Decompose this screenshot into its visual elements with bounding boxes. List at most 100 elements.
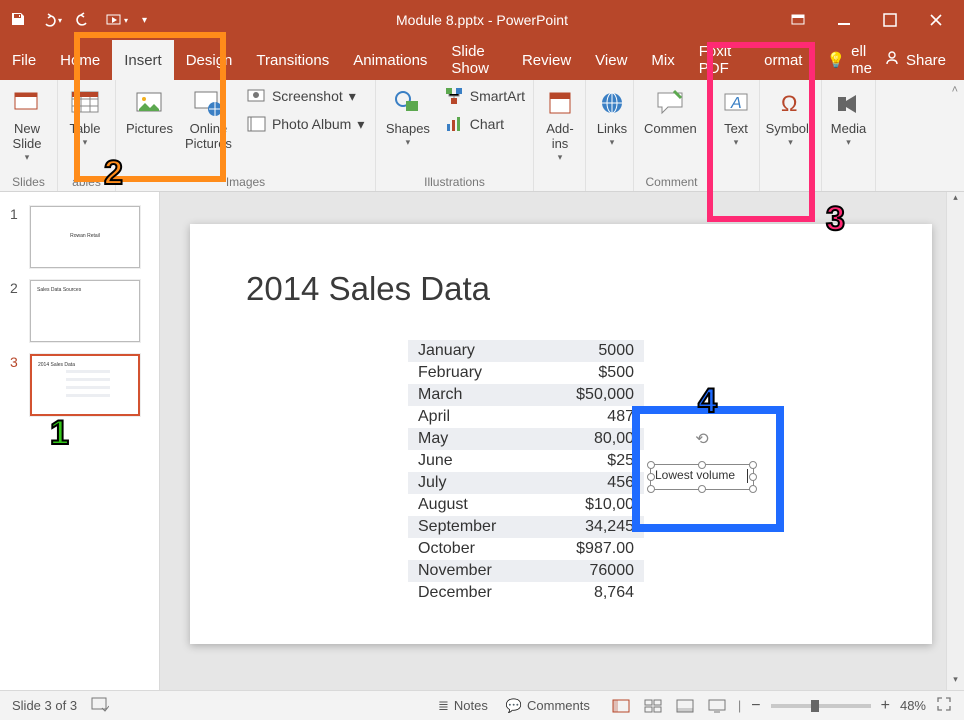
- resize-handle[interactable]: [647, 473, 655, 481]
- resize-handle[interactable]: [749, 485, 757, 493]
- slide[interactable]: 2014 Sales Data January5000February$500M…: [190, 224, 932, 644]
- value-cell[interactable]: $50,000: [540, 384, 644, 406]
- month-cell[interactable]: December: [408, 582, 540, 604]
- month-cell[interactable]: August: [408, 494, 540, 516]
- close-icon[interactable]: [928, 12, 944, 28]
- rotate-handle-icon[interactable]: ⟲: [695, 429, 708, 449]
- sales-table[interactable]: January5000February$500March$50,000April…: [408, 340, 644, 604]
- new-slide-button[interactable]: New Slide ▾: [4, 84, 50, 165]
- online-pictures-button[interactable]: Online Pictures: [179, 84, 238, 154]
- value-cell[interactable]: 80,00: [540, 428, 644, 450]
- month-cell[interactable]: June: [408, 450, 540, 472]
- comment-button[interactable]: Commen: [638, 84, 703, 139]
- slide-canvas-area[interactable]: 2014 Sales Data January5000February$500M…: [160, 192, 964, 690]
- tab-review[interactable]: Review: [510, 40, 583, 80]
- text-button[interactable]: A Text ▾: [714, 84, 758, 150]
- table-row[interactable]: November76000: [408, 560, 644, 582]
- month-cell[interactable]: January: [408, 340, 540, 362]
- table-row[interactable]: June$25: [408, 450, 644, 472]
- spellcheck-icon[interactable]: [91, 696, 109, 715]
- month-cell[interactable]: November: [408, 560, 540, 582]
- tab-foxit[interactable]: Foxit PDF: [687, 40, 752, 80]
- zoom-slider[interactable]: [771, 704, 871, 708]
- table-row[interactable]: August$10,00: [408, 494, 644, 516]
- month-cell[interactable]: October: [408, 538, 540, 560]
- month-cell[interactable]: March: [408, 384, 540, 406]
- symbols-button[interactable]: Ω Symbols ▾: [764, 84, 817, 150]
- media-button[interactable]: Media ▾: [826, 84, 871, 150]
- pictures-button[interactable]: Pictures: [120, 84, 179, 139]
- scroll-up-icon[interactable]: ▴: [947, 192, 964, 208]
- collapse-ribbon-icon[interactable]: ˄: [952, 84, 958, 96]
- minimize-icon[interactable]: [836, 12, 852, 28]
- value-cell[interactable]: $500: [540, 362, 644, 384]
- table-row[interactable]: April487: [408, 406, 644, 428]
- scroll-down-icon[interactable]: ▾: [947, 674, 964, 690]
- thumbnail-1[interactable]: 1 Rowan Retail: [0, 200, 159, 274]
- resize-handle[interactable]: [647, 461, 655, 469]
- value-cell[interactable]: 456: [540, 472, 644, 494]
- maximize-icon[interactable]: [882, 12, 898, 28]
- table-row[interactable]: December8,764: [408, 582, 644, 604]
- value-cell[interactable]: 34,245: [540, 516, 644, 538]
- zoom-out-button[interactable]: −: [751, 697, 760, 715]
- normal-view-icon[interactable]: [610, 697, 632, 715]
- undo-icon[interactable]: ▾: [40, 12, 62, 28]
- tab-transitions[interactable]: Transitions: [244, 40, 341, 80]
- sorter-view-icon[interactable]: [642, 697, 664, 715]
- screenshot-button[interactable]: Screenshot ▾: [242, 84, 368, 108]
- tab-mix[interactable]: Mix: [639, 40, 686, 80]
- resize-handle[interactable]: [698, 485, 706, 493]
- save-icon[interactable]: [10, 11, 26, 30]
- start-from-beginning-icon[interactable]: ▾: [106, 12, 128, 28]
- tab-home[interactable]: Home: [48, 40, 112, 80]
- comments-button[interactable]: 💬Comments: [506, 698, 590, 714]
- month-cell[interactable]: May: [408, 428, 540, 450]
- addins-button[interactable]: Add- ins ▾: [538, 84, 582, 165]
- value-cell[interactable]: $25: [540, 450, 644, 472]
- value-cell[interactable]: 76000: [540, 560, 644, 582]
- zoom-in-button[interactable]: +: [881, 697, 890, 715]
- table-row[interactable]: January5000: [408, 340, 644, 362]
- table-row[interactable]: July456: [408, 472, 644, 494]
- tab-format[interactable]: ormat: [752, 40, 814, 80]
- tab-view[interactable]: View: [583, 40, 639, 80]
- tab-animations[interactable]: Animations: [341, 40, 439, 80]
- month-cell[interactable]: April: [408, 406, 540, 428]
- tab-file[interactable]: File: [0, 40, 48, 80]
- smartart-button[interactable]: SmartArt: [440, 84, 529, 108]
- photo-album-button[interactable]: Photo Album ▾: [242, 112, 368, 136]
- resize-handle[interactable]: [647, 485, 655, 493]
- value-cell[interactable]: 5000: [540, 340, 644, 362]
- textbox-selected[interactable]: ⟲ Lowest volume: [650, 464, 754, 490]
- value-cell[interactable]: $10,00: [540, 494, 644, 516]
- shapes-button[interactable]: Shapes ▾: [380, 84, 436, 150]
- value-cell[interactable]: 8,764: [540, 582, 644, 604]
- zoom-thumb[interactable]: [811, 700, 819, 712]
- month-cell[interactable]: July: [408, 472, 540, 494]
- table-row[interactable]: February$500: [408, 362, 644, 384]
- tab-slideshow[interactable]: Slide Show: [439, 40, 510, 80]
- thumbnail-3[interactable]: 3 2014 Sales Data: [0, 348, 159, 422]
- table-button[interactable]: Table ▾: [62, 84, 108, 150]
- links-button[interactable]: Links ▾: [590, 84, 634, 150]
- resize-handle[interactable]: [749, 473, 757, 481]
- redo-icon[interactable]: [76, 11, 92, 30]
- tab-insert[interactable]: Insert: [112, 40, 174, 80]
- table-row[interactable]: September34,245: [408, 516, 644, 538]
- share-button[interactable]: Share: [884, 50, 964, 70]
- tell-me[interactable]: 💡 ell me: [814, 40, 884, 80]
- resize-handle[interactable]: [749, 461, 757, 469]
- value-cell[interactable]: 487: [540, 406, 644, 428]
- thumbnail-2[interactable]: 2 Sales Data Sources: [0, 274, 159, 348]
- textbox-content[interactable]: Lowest volume: [655, 468, 735, 482]
- vertical-scrollbar[interactable]: ▴ ▾: [946, 192, 964, 690]
- slideshow-view-icon[interactable]: [706, 697, 728, 715]
- month-cell[interactable]: September: [408, 516, 540, 538]
- notes-button[interactable]: ≣Notes: [438, 698, 488, 714]
- zoom-level[interactable]: 48%: [900, 698, 926, 713]
- ribbon-display-icon[interactable]: [790, 12, 806, 28]
- table-row[interactable]: March$50,000: [408, 384, 644, 406]
- reading-view-icon[interactable]: [674, 697, 696, 715]
- fit-to-window-icon[interactable]: [936, 696, 952, 715]
